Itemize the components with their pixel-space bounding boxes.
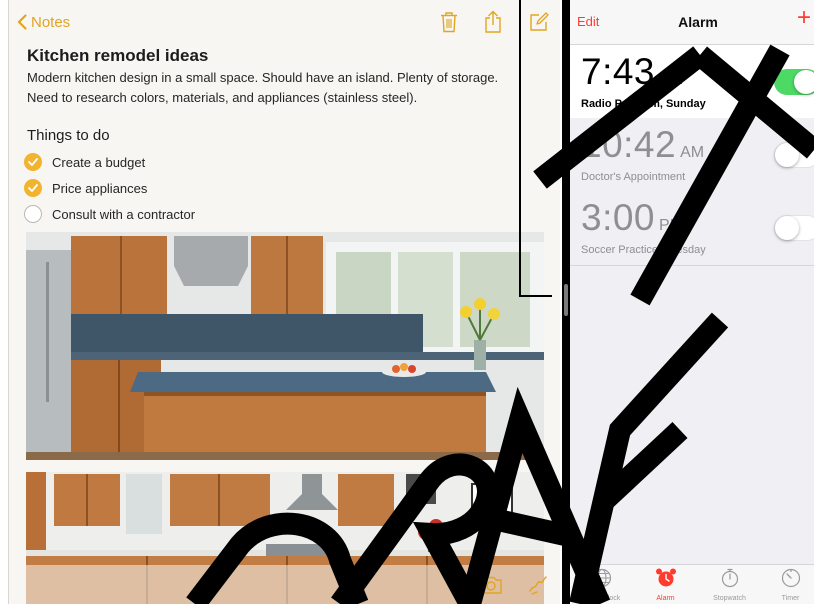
toggle-knob: [775, 216, 799, 240]
checklist-item-label: Create a budget: [52, 154, 146, 170]
note-title[interactable]: Kitchen remodel ideas: [27, 46, 208, 66]
alarm-row[interactable]: 7:43 AM Radio Program, Sunday: [570, 45, 814, 120]
stopwatch-icon: [720, 568, 740, 593]
alarm-toggle[interactable]: [774, 215, 814, 241]
alarm-time-ampm: PM: [659, 217, 684, 234]
tab-label: Timer: [781, 595, 800, 602]
tab-alarm[interactable]: Alarm: [635, 568, 696, 602]
timer-icon: [781, 568, 801, 593]
globe-icon: [592, 568, 612, 593]
chevron-left-icon: [17, 14, 27, 30]
alarm-label: Doctor's Appointment: [581, 171, 686, 183]
alarm-row[interactable]: 3:00 PM Soccer Practice, Tuesday: [570, 191, 814, 266]
tab-label: World Clock: [582, 595, 621, 602]
notes-back-label: Notes: [31, 13, 71, 31]
tab-world-clock[interactable]: World Clock: [571, 568, 632, 602]
kitchen-photo[interactable]: [26, 232, 544, 460]
clock-app-pane: Edit Alarm + 7:43 AM Radio Program, Sunda…: [570, 0, 814, 604]
trash-icon[interactable]: [437, 10, 461, 34]
toggle-knob: [794, 70, 814, 94]
tab-label: Stopwatch: [713, 595, 746, 602]
checklist-item[interactable]: Consult with a contractor: [24, 201, 195, 227]
clock-tab-bar: World Clock Alarm Stopwatch Timer: [570, 564, 814, 604]
add-alarm-button[interactable]: +: [797, 6, 811, 30]
compose-icon[interactable]: [527, 10, 551, 34]
alarm-time-digits: 10:42: [581, 124, 677, 165]
alarm-time-digits: 3:00: [581, 197, 656, 238]
alarm-toggle[interactable]: [774, 142, 814, 168]
alarm-time-digits: 7:43: [581, 51, 656, 92]
checkmark-icon[interactable]: [24, 179, 42, 197]
checklist-heading: Things to do: [27, 127, 110, 144]
alarm-time: 3:00 PM: [581, 197, 683, 239]
alarm-row[interactable]: 10:42 AM Doctor's Appointment: [570, 118, 814, 193]
notes-bottom-toolbar: [9, 565, 560, 604]
alarm-toggle[interactable]: [774, 69, 814, 95]
notes-back-button[interactable]: Notes: [17, 11, 70, 33]
split-view-handle[interactable]: [564, 284, 568, 316]
checklist-item-label: Price appliances: [52, 180, 148, 196]
ipad-split-view: Notes Kitchen remodel ideas Modern kitch…: [0, 0, 814, 604]
alarm-time-ampm: AM: [659, 71, 684, 88]
camera-icon[interactable]: [478, 574, 504, 596]
tab-label: Alarm: [656, 595, 675, 602]
checklist: Create a budget Price appliances Consult…: [24, 149, 195, 227]
checkmark-icon[interactable]: [24, 153, 42, 171]
alarm-label: Radio Program, Sunday: [581, 98, 706, 110]
alarm-label: Soccer Practice, Tuesday: [581, 244, 706, 256]
note-body-line: Modern kitchen design in a small space. …: [27, 70, 499, 85]
notes-navigation-bar: Notes: [9, 0, 560, 44]
share-icon[interactable]: [481, 10, 505, 34]
toggle-knob: [775, 143, 799, 167]
notes-app-pane: Notes Kitchen remodel ideas Modern kitch…: [8, 0, 560, 604]
tab-timer[interactable]: Timer: [760, 568, 814, 602]
checklist-item[interactable]: Price appliances: [24, 175, 195, 201]
empty-circle-icon[interactable]: [24, 205, 42, 223]
alarm-navigation-bar: Edit Alarm +: [570, 0, 814, 45]
note-body[interactable]: Modern kitchen design in a small space. …: [27, 68, 547, 108]
sketch-icon[interactable]: [525, 574, 551, 596]
alarm-time: 7:43 AM: [581, 51, 683, 93]
page-title: Alarm: [678, 14, 718, 30]
checklist-item-label: Consult with a contractor: [52, 206, 196, 222]
alarm-time: 10:42 AM: [581, 124, 704, 166]
alarm-clock-icon: [655, 568, 677, 593]
tab-stopwatch[interactable]: Stopwatch: [699, 568, 760, 602]
checklist-item[interactable]: Create a budget: [24, 149, 195, 175]
note-body-line: Need to research colors, materials, and …: [27, 90, 418, 105]
alarm-time-ampm: AM: [680, 144, 705, 161]
